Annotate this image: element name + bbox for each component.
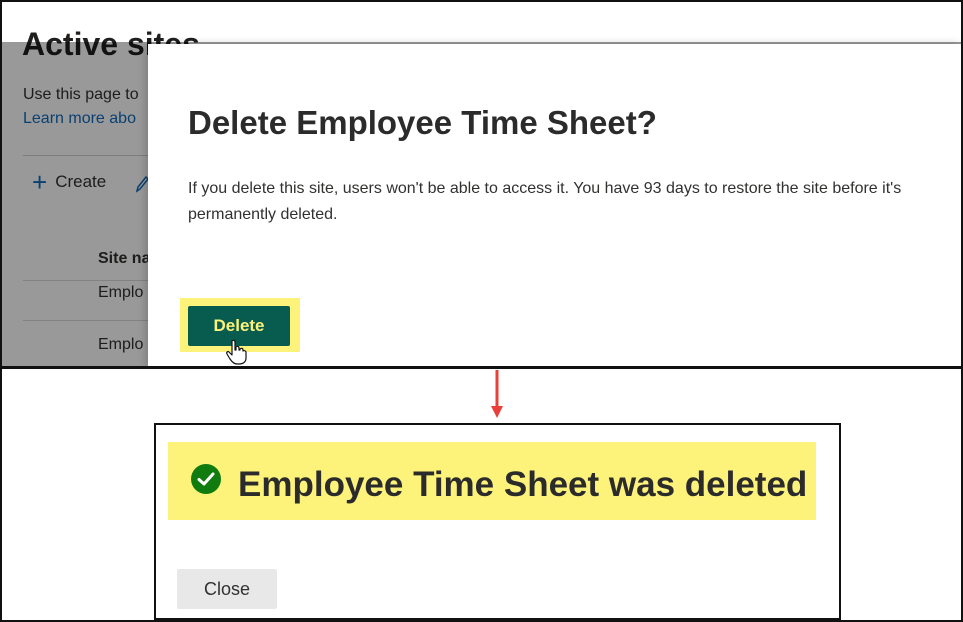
hand-cursor-icon xyxy=(226,339,247,365)
confirmation-panel: Employee Time Sheet was deleted Close xyxy=(154,423,841,620)
delete-dialog-panel: Active sites Use this page to Learn more… xyxy=(2,2,961,369)
close-button[interactable]: Close xyxy=(177,569,277,609)
arrow-down-icon xyxy=(491,370,503,418)
checkmark-circle-icon xyxy=(191,464,221,494)
dialog-message: If you delete this site, users won't be … xyxy=(188,180,902,223)
confirmation-message: Employee Time Sheet was deleted xyxy=(238,465,808,504)
dialog-title: Delete Employee Time Sheet? xyxy=(188,104,657,141)
delete-dialog: Delete Employee Time Sheet? If you delet… xyxy=(148,44,961,366)
